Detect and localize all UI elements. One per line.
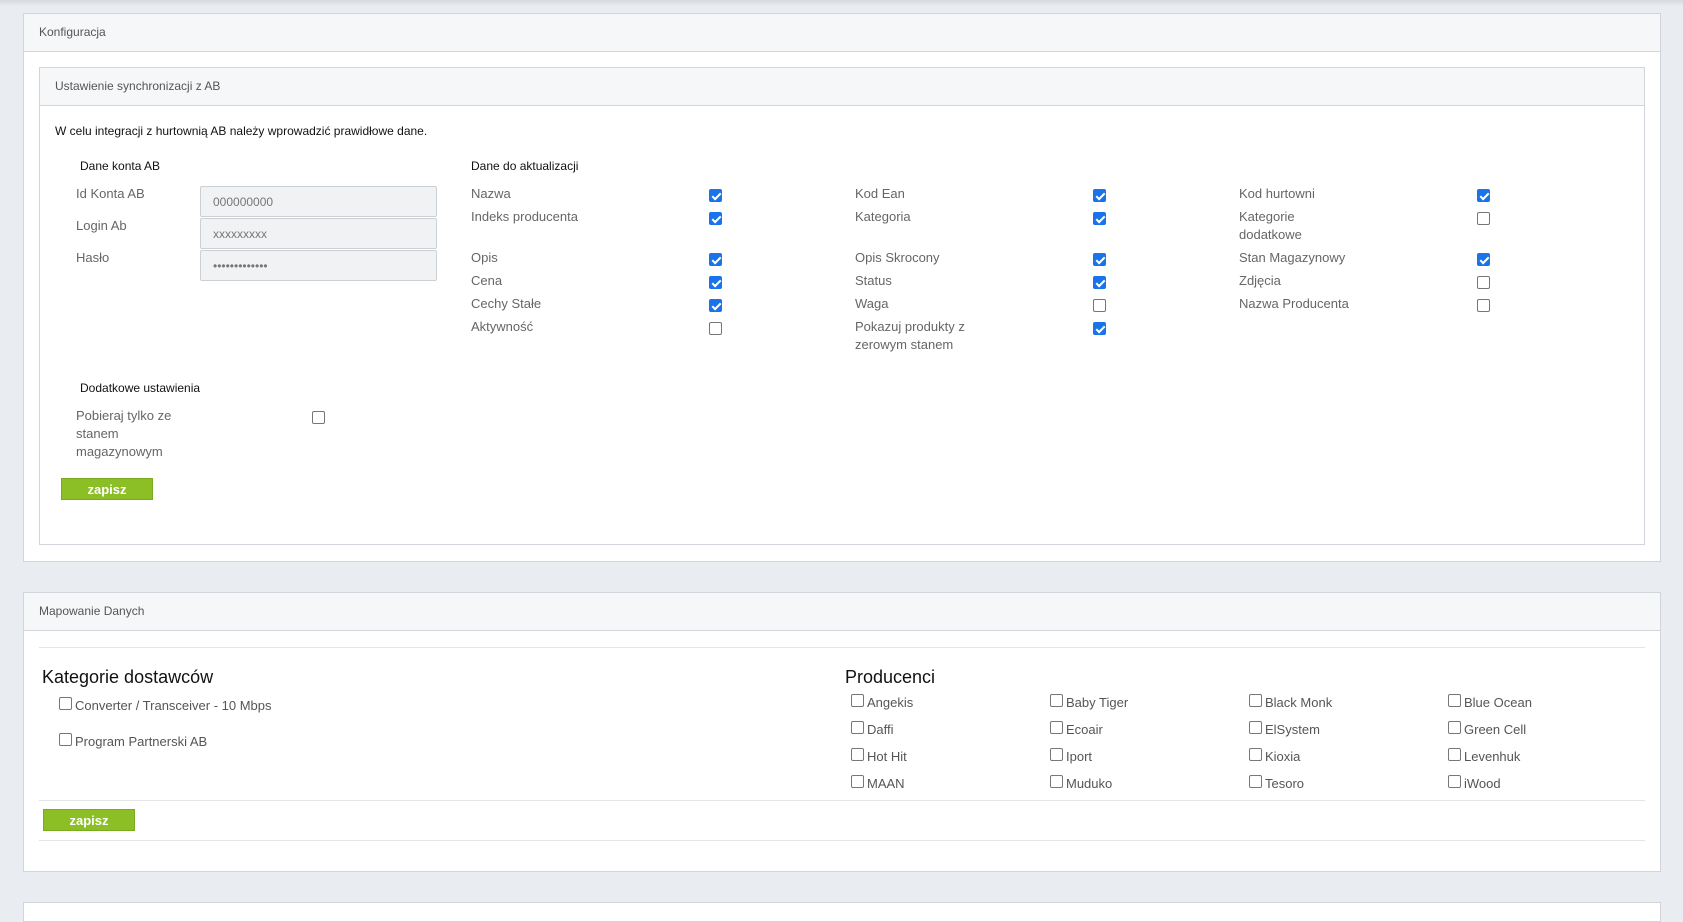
producer-checkbox-elsystem[interactable] — [1249, 721, 1262, 734]
field-checkbox-zdjecia[interactable] — [1477, 276, 1490, 289]
field-label-stan-magazynowy: Stan Magazynowy — [1239, 250, 1346, 265]
producer-checkbox-ecoair[interactable] — [1050, 721, 1063, 734]
producer-label-elsystem: ElSystem — [1265, 722, 1320, 737]
categories-heading: Kategorie dostawców — [42, 667, 214, 687]
config-panel-title: Konfiguracja — [24, 14, 1660, 52]
producer-checkbox-green-cell[interactable] — [1448, 721, 1461, 734]
field-checkbox-nazwa-producenta[interactable] — [1477, 299, 1490, 312]
category-label-program-partnerski: Program Partnerski AB — [75, 734, 208, 749]
field-checkbox-zerowy-stan[interactable] — [1093, 322, 1106, 335]
producer-checkbox-kioxia[interactable] — [1249, 748, 1262, 761]
field-label-waga: Waga — [855, 296, 889, 311]
producer-checkbox-hot-hit[interactable] — [851, 748, 864, 761]
field-label-kod-hurtowni: Kod hurtowni — [1239, 186, 1315, 201]
field-checkbox-stan-magazynowy[interactable] — [1477, 253, 1490, 266]
save-config-button[interactable]: zapisz — [61, 478, 153, 500]
field-label-zerowy-stan: Pokazuj produkty z zerowym stanem — [855, 319, 965, 352]
field-label-nazwa-producenta: Nazwa Producenta — [1239, 296, 1349, 311]
update-heading: Dane do aktualizacji — [471, 159, 579, 173]
field-label-zdjecia: Zdjęcia — [1239, 273, 1281, 288]
producer-label-daffi: Daffi — [867, 722, 894, 737]
producers-heading: Producenci — [845, 667, 936, 687]
producer-label-kioxia: Kioxia — [1265, 749, 1301, 764]
field-checkbox-kategoria[interactable] — [1093, 212, 1106, 225]
field-label-aktywnosc: Aktywność — [471, 319, 534, 334]
divider — [39, 800, 1645, 801]
producer-checkbox-blue-ocean[interactable] — [1448, 694, 1461, 707]
producer-checkbox-angekis[interactable] — [851, 694, 864, 707]
producer-checkbox-maan[interactable] — [851, 775, 864, 788]
field-checkbox-aktywnosc[interactable] — [709, 322, 722, 335]
mapping-panel-title: Mapowanie Danych — [24, 593, 1660, 631]
password-field[interactable] — [200, 250, 437, 281]
category-label-converter: Converter / Transceiver - 10 Mbps — [75, 698, 272, 713]
field-checkbox-kategorie-dodatkowe[interactable] — [1477, 212, 1490, 225]
producer-label-black-monk: Black Monk — [1265, 695, 1333, 710]
field-checkbox-opis[interactable] — [709, 253, 722, 266]
field-label-kod-ean: Kod Ean — [855, 186, 905, 201]
producer-label-maan: MAAN — [867, 776, 905, 791]
field-checkbox-kod-ean[interactable] — [1093, 189, 1106, 202]
field-label-kategoria: Kategoria — [855, 209, 911, 224]
config-panel: Konfiguracja Ustawienie synchronizacji z… — [23, 13, 1661, 562]
login-label: Login Ab — [76, 218, 127, 233]
producer-label-iwood: iWood — [1464, 776, 1501, 791]
producer-label-iport: Iport — [1066, 749, 1093, 764]
top-shadow — [0, 0, 1683, 6]
field-checkbox-cena[interactable] — [709, 276, 722, 289]
producer-checkbox-iport[interactable] — [1050, 748, 1063, 761]
producer-checkbox-daffi[interactable] — [851, 721, 864, 734]
intro-text: W celu integracji z hurtownią AB należy … — [55, 124, 428, 138]
producer-checkbox-levenhuk[interactable] — [1448, 748, 1461, 761]
field-checkbox-indeks-producenta[interactable] — [709, 212, 722, 225]
id-label: Id Konta AB — [76, 186, 145, 201]
field-label-opis: Opis — [471, 250, 498, 265]
next-panel — [23, 902, 1661, 922]
category-checkbox-program-partnerski[interactable] — [59, 733, 72, 746]
field-label-cechy-stale: Cechy Stałe — [471, 296, 542, 311]
category-checkbox-converter[interactable] — [59, 697, 72, 710]
field-label-nazwa: Nazwa — [471, 186, 511, 201]
sync-panel-title: Ustawienie synchronizacji z AB — [40, 68, 1644, 106]
field-label-opis-skrocony: Opis Skrocony — [855, 250, 940, 265]
producer-checkbox-iwood[interactable] — [1448, 775, 1461, 788]
producer-label-ecoair: Ecoair — [1066, 722, 1103, 737]
account-heading: Dane konta AB — [80, 159, 161, 173]
field-checkbox-cechy-stale[interactable] — [709, 299, 722, 312]
field-checkbox-kod-hurtowni[interactable] — [1477, 189, 1490, 202]
mapping-panel: Mapowanie Danych Kategorie dostawców Con… — [23, 592, 1661, 872]
field-checkbox-waga[interactable] — [1093, 299, 1106, 312]
password-label: Hasło — [76, 250, 110, 265]
field-checkbox-status[interactable] — [1093, 276, 1106, 289]
producer-label-hot-hit: Hot Hit — [867, 749, 907, 764]
producer-checkbox-black-monk[interactable] — [1249, 694, 1262, 707]
extra-option-label: Pobieraj tylko ze stanem magazynowym — [76, 408, 172, 459]
field-label-kategorie-dodatkowe: Kategorie dodatkowe — [1239, 209, 1302, 242]
extra-heading: Dodatkowe ustawienia — [80, 381, 201, 395]
producer-checkbox-baby-tiger[interactable] — [1050, 694, 1063, 707]
divider — [39, 840, 1645, 841]
field-label-indeks-producenta: Indeks producenta — [471, 209, 578, 224]
field-label-cena: Cena — [471, 273, 503, 288]
producer-checkbox-tesoro[interactable] — [1249, 775, 1262, 788]
field-checkbox-opis-skrocony[interactable] — [1093, 253, 1106, 266]
producer-label-baby-tiger: Baby Tiger — [1066, 695, 1129, 710]
extra-option-checkbox[interactable] — [312, 411, 325, 424]
producer-label-muduko: Muduko — [1066, 776, 1113, 791]
save-mapping-button[interactable]: zapisz — [43, 809, 135, 831]
producer-label-levenhuk: Levenhuk — [1464, 749, 1521, 764]
sync-panel: Ustawienie synchronizacji z AB W celu in… — [39, 67, 1645, 545]
producer-checkbox-muduko[interactable] — [1050, 775, 1063, 788]
producer-label-green-cell: Green Cell — [1464, 722, 1527, 737]
login-field[interactable] — [200, 218, 437, 249]
field-checkbox-nazwa[interactable] — [709, 189, 722, 202]
producer-label-angekis: Angekis — [867, 695, 914, 710]
id-field[interactable] — [200, 186, 437, 217]
field-label-status: Status — [855, 273, 892, 288]
producer-label-blue-ocean: Blue Ocean — [1464, 695, 1532, 710]
producer-label-tesoro: Tesoro — [1265, 776, 1305, 791]
divider — [39, 647, 1645, 648]
